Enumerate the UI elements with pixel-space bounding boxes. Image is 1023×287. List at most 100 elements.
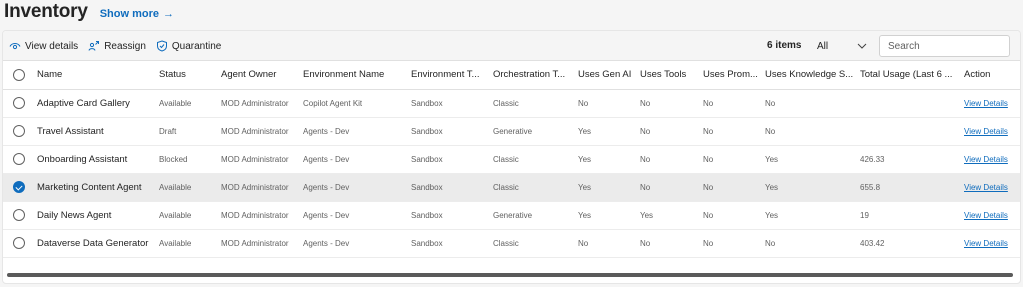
action-cell: View Details (964, 229, 1020, 257)
view-details-link[interactable]: View Details (964, 239, 1008, 248)
reassign-button[interactable]: Reassign (88, 40, 146, 52)
agent-owner-cell: MOD Administrator (221, 238, 289, 248)
table-row[interactable]: Travel Assistant Draft MOD Administrator Ag… (3, 117, 1020, 145)
column-header-uses-gen-ai[interactable]: Uses Gen AI (578, 61, 640, 90)
filter-dropdown[interactable]: All (809, 36, 875, 56)
total-usage-cell: 403.42 (860, 238, 885, 248)
column-header-status[interactable]: Status (159, 61, 221, 90)
row-select-radio[interactable] (13, 181, 25, 193)
arrow-right-icon: → (163, 8, 175, 20)
row-select-cell[interactable] (3, 201, 37, 229)
environment-type-cell: Sandbox (411, 126, 443, 136)
total-usage-cell: 655.8 (860, 182, 881, 192)
chevron-down-icon (857, 43, 867, 49)
column-header-name[interactable]: Name (37, 61, 159, 90)
inventory-table: Name Status Agent Owner Environment Name… (3, 61, 1020, 258)
row-select-radio[interactable] (13, 237, 25, 249)
action-cell: View Details (964, 89, 1020, 117)
table-row[interactable]: Marketing Content Agent Available MOD Admi… (3, 173, 1020, 201)
uses-tools-cell: No (640, 154, 651, 164)
environment-name-cell: Agents - Dev (303, 238, 350, 248)
column-header-total-usage[interactable]: Total Usage (Last 6 ... (860, 61, 964, 90)
uses-prompts-cell: No (703, 98, 714, 108)
row-select-radio[interactable] (13, 209, 25, 221)
eye-icon (9, 43, 21, 50)
total-usage-cell (860, 89, 964, 117)
status-cell: Available (159, 210, 192, 220)
action-cell: View Details (964, 117, 1020, 145)
orchestration-type-cell: Classic (493, 98, 519, 108)
view-details-link[interactable]: View Details (964, 99, 1008, 108)
column-header-agent-owner[interactable]: Agent Owner (221, 61, 303, 90)
uses-gen-ai-cell: No (578, 238, 589, 248)
environment-name-cell: Copilot Agent Kit (303, 98, 363, 108)
agent-owner-cell: MOD Administrator (221, 210, 289, 220)
column-header-uses-tools[interactable]: Uses Tools (640, 61, 703, 90)
select-all-radio[interactable] (13, 68, 25, 81)
column-header-action: Action (964, 61, 1020, 90)
page-title: Inventory (4, 1, 88, 22)
orchestration-type-cell: Generative (493, 210, 533, 220)
environment-name-cell: Agents - Dev (303, 154, 350, 164)
table-row[interactable]: Adaptive Card Gallery Available MOD Admini… (3, 89, 1020, 117)
row-select-radio[interactable] (13, 125, 25, 137)
uses-knowledge-cell: Yes (765, 210, 779, 220)
uses-knowledge-cell: No (765, 98, 776, 108)
uses-knowledge-cell: No (765, 126, 776, 136)
quarantine-button[interactable]: Quarantine (156, 40, 221, 52)
toolbar: View details Reassign Quarantine 6 items… (3, 31, 1020, 61)
row-select-cell[interactable] (3, 145, 37, 173)
row-select-radio[interactable] (13, 153, 25, 165)
status-cell: Available (159, 98, 192, 108)
agent-owner-cell: MOD Administrator (221, 126, 289, 136)
shield-icon (156, 40, 167, 52)
uses-tools-cell: No (640, 126, 651, 136)
search-input[interactable] (879, 35, 1010, 57)
table-row[interactable]: Daily News Agent Available MOD Administrat… (3, 201, 1020, 229)
table-row[interactable]: Dataverse Data Generator Available MOD Adm… (3, 229, 1020, 257)
orchestration-type-cell: Classic (493, 238, 519, 248)
name-cell: Dataverse Data Generator (37, 237, 149, 249)
show-more-link[interactable]: Show more → (100, 8, 174, 20)
environment-name-cell: Agents - Dev (303, 210, 350, 220)
column-header-environment-name[interactable]: Environment Name (303, 61, 411, 90)
uses-knowledge-cell: Yes (765, 154, 779, 164)
total-usage-cell: 426.33 (860, 154, 885, 164)
uses-gen-ai-cell: Yes (578, 182, 592, 192)
view-details-link[interactable]: View Details (964, 211, 1008, 220)
row-select-cell[interactable] (3, 229, 37, 257)
column-header-orchestration-type[interactable]: Orchestration T... (493, 61, 578, 90)
page-header: Inventory Show more → (4, 0, 174, 24)
environment-type-cell: Sandbox (411, 98, 443, 108)
action-cell: View Details (964, 173, 1020, 201)
uses-tools-cell: No (640, 98, 651, 108)
environment-type-cell: Sandbox (411, 154, 443, 164)
table-header-row: Name Status Agent Owner Environment Name… (3, 61, 1020, 90)
uses-tools-cell: No (640, 238, 651, 248)
column-header-uses-prompts[interactable]: Uses Prom... (703, 61, 765, 90)
view-details-button[interactable]: View details (9, 40, 78, 52)
action-cell: View Details (964, 201, 1020, 229)
inventory-panel: View details Reassign Quarantine 6 items… (2, 30, 1021, 284)
row-select-cell[interactable] (3, 173, 37, 201)
view-details-link[interactable]: View Details (964, 183, 1008, 192)
items-count: 6 items (767, 40, 802, 51)
row-select-cell[interactable] (3, 89, 37, 117)
row-select-cell[interactable] (3, 117, 37, 145)
uses-tools-cell: No (640, 182, 651, 192)
select-all-cell[interactable] (3, 61, 37, 90)
environment-name-cell: Agents - Dev (303, 126, 350, 136)
toolbar-actions: View details Reassign Quarantine (9, 31, 221, 61)
column-header-uses-knowledge[interactable]: Uses Knowledge S... (765, 61, 860, 90)
view-details-link[interactable]: View Details (964, 155, 1008, 164)
name-cell: Daily News Agent (37, 209, 112, 221)
agent-owner-cell: MOD Administrator (221, 182, 289, 192)
row-select-radio[interactable] (13, 97, 25, 109)
orchestration-type-cell: Classic (493, 154, 519, 164)
column-header-environment-type[interactable]: Environment T... (411, 61, 493, 90)
table-row[interactable]: Onboarding Assistant Blocked MOD Administr… (3, 145, 1020, 173)
view-details-link[interactable]: View Details (964, 127, 1008, 136)
uses-prompts-cell: No (703, 238, 714, 248)
environment-type-cell: Sandbox (411, 210, 443, 220)
horizontal-scrollbar[interactable] (7, 273, 1013, 277)
